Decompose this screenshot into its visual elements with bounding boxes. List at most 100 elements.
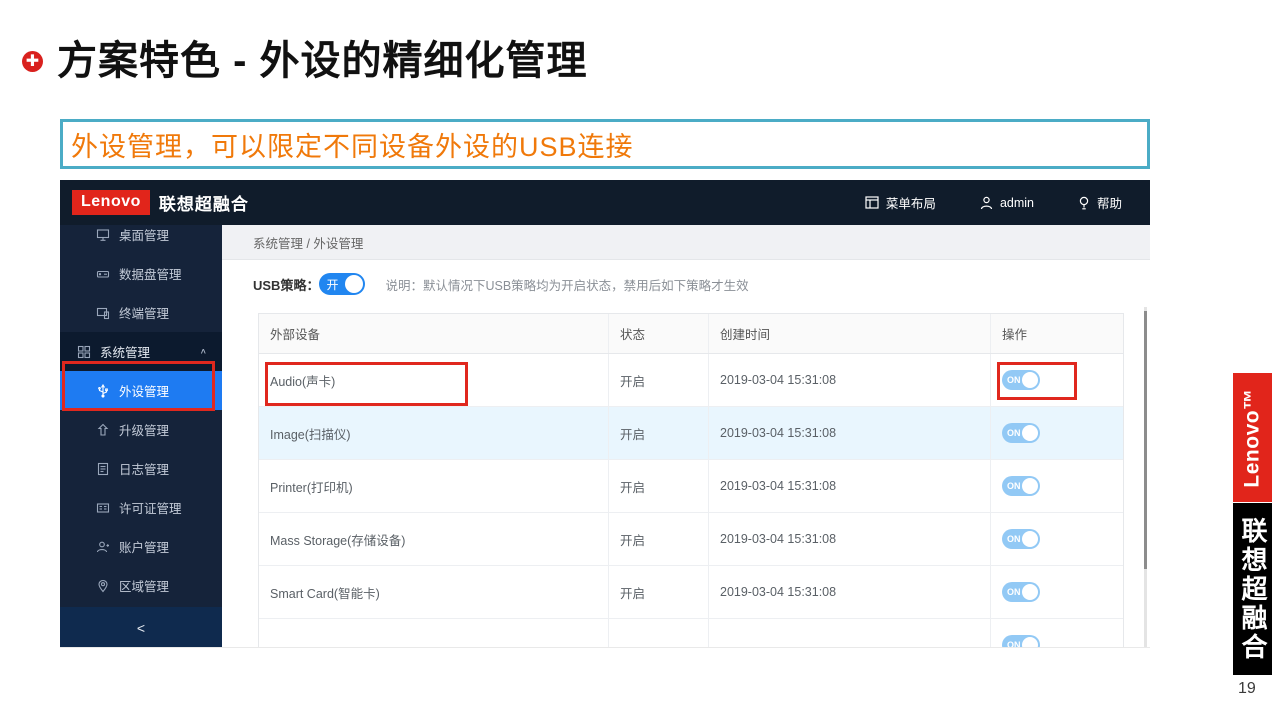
main-content: 系统管理 / 外设管理 USB策略： 开 说明：默认情况下USB策略均为开启状态… — [222, 225, 1150, 648]
sidebar-item-license[interactable]: 许可证管理 — [60, 488, 222, 527]
sidebar-item-account[interactable]: 账户管理 — [60, 527, 222, 566]
app-header-left: Lenovo 联想超融合 — [60, 190, 249, 215]
sidebar-item-terminal[interactable]: 终端管理 — [60, 293, 222, 332]
col-header-status: 状态 — [608, 314, 708, 353]
created-cell — [708, 619, 990, 648]
status-cell: 开启 — [608, 460, 708, 512]
sidebar-item-label: 终端管理 — [119, 303, 169, 322]
layout-icon — [865, 196, 879, 209]
sidebar-item-label: 账户管理 — [119, 537, 169, 556]
sidebar-list: 桌面管理 数据盘管理 终端管理 — [60, 225, 222, 605]
account-icon — [96, 540, 110, 554]
app-brand-title: 联想超融合 — [159, 190, 249, 215]
device-cell: Audio(声卡) — [259, 354, 608, 406]
sidebar-item-peripheral[interactable]: 外设管理 — [60, 371, 222, 410]
device-cell: Image(扫描仪) — [259, 407, 608, 459]
menu-layout-button[interactable]: 菜单布局 — [865, 193, 936, 212]
terminal-icon — [96, 306, 110, 320]
toggle-knob — [1022, 425, 1038, 441]
action-cell: ON — [990, 407, 1125, 459]
created-cell: 2019-03-04 15:31:08 — [708, 566, 990, 618]
user-icon — [980, 196, 993, 210]
status-cell — [608, 619, 708, 648]
user-menu[interactable]: admin — [980, 196, 1034, 210]
col-header-device: 外部设备 — [259, 314, 608, 353]
sidebar-item-log[interactable]: 日志管理 — [60, 449, 222, 488]
chevron-up-icon: ∧ — [200, 347, 207, 355]
action-cell: ON — [990, 619, 1125, 648]
sidebar-section-system[interactable]: 系统管理 ∧ — [60, 332, 222, 371]
usb-policy-label: USB策略： — [253, 275, 319, 294]
toggle-on-label: ON — [1007, 534, 1021, 544]
vertical-lenovo-badge: Lenovo™ — [1233, 373, 1272, 502]
upgrade-icon — [96, 423, 110, 437]
usb-policy-toggle[interactable]: 开 — [319, 273, 365, 295]
vertical-lenovo-text: Lenovo™ — [1241, 388, 1265, 487]
created-cell: 2019-03-04 15:31:08 — [708, 407, 990, 459]
scrollbar-thumb[interactable] — [1144, 311, 1147, 569]
sidebar-item-desktop[interactable]: 桌面管理 — [60, 225, 222, 254]
usb-policy-row: USB策略： 开 说明：默认情况下USB策略均为开启状态，禁用后如下策略才生效 — [253, 271, 1150, 297]
help-bulb-icon — [1078, 196, 1090, 210]
vertical-brand-badge: 联想超融合 — [1233, 503, 1272, 675]
sidebar-item-label: 区域管理 — [119, 576, 169, 595]
system-grid-icon — [77, 345, 91, 359]
region-pin-icon — [96, 579, 110, 593]
app-header-right: 菜单布局 admin 帮助 — [865, 193, 1150, 212]
sidebar-collapse-button[interactable]: < — [60, 607, 222, 648]
sidebar-item-region[interactable]: 区域管理 — [60, 566, 222, 605]
toggle-on-label: 开 — [326, 276, 338, 293]
table-row-smart-card: Smart Card(智能卡) 开启 2019-03-04 15:31:08 O… — [259, 566, 1123, 619]
row-toggle[interactable]: ON — [1002, 582, 1040, 602]
table-row-printer: Printer(打印机) 开启 2019-03-04 15:31:08 ON — [259, 460, 1123, 513]
data-disk-icon — [96, 267, 110, 281]
callout-text: 外设管理，可以限定不同设备外设的USB连接 — [63, 125, 634, 164]
scrollbar[interactable] — [1144, 307, 1147, 648]
sidebar-item-label: 数据盘管理 — [119, 264, 182, 283]
breadcrumb: 系统管理 / 外设管理 — [222, 225, 1150, 260]
toggle-knob — [1022, 372, 1038, 388]
lenovo-logo: Lenovo — [72, 190, 150, 215]
collapse-chevron-icon: < — [137, 620, 145, 636]
action-cell: ON — [990, 566, 1125, 618]
table-row-mass-storage: Mass Storage(存储设备) 开启 2019-03-04 15:31:0… — [259, 513, 1123, 566]
sidebar-item-data-disk[interactable]: 数据盘管理 — [60, 254, 222, 293]
toggle-knob — [1022, 584, 1038, 600]
log-icon — [96, 462, 110, 476]
row-toggle[interactable]: ON — [1002, 370, 1040, 390]
user-label: admin — [1000, 196, 1034, 210]
help-button[interactable]: 帮助 — [1078, 193, 1122, 212]
created-cell: 2019-03-04 15:31:08 — [708, 513, 990, 565]
row-toggle[interactable]: ON — [1002, 529, 1040, 549]
toggle-knob — [1022, 637, 1038, 648]
created-cell: 2019-03-04 15:31:08 — [708, 354, 990, 406]
sidebar-item-upgrade[interactable]: 升级管理 — [60, 410, 222, 449]
status-cell: 开启 — [608, 354, 708, 406]
sidebar-item-label: 系统管理 — [100, 342, 150, 361]
table-row-audio: Audio(声卡) 开启 2019-03-04 15:31:08 ON — [259, 354, 1123, 407]
created-cell: 2019-03-04 15:31:08 — [708, 460, 990, 512]
toggle-knob — [1022, 478, 1038, 494]
sidebar-item-label: 许可证管理 — [119, 498, 182, 517]
row-toggle[interactable]: ON — [1002, 635, 1040, 648]
menu-layout-label: 菜单布局 — [886, 193, 936, 212]
row-toggle[interactable]: ON — [1002, 423, 1040, 443]
sidebar-item-label: 日志管理 — [119, 459, 169, 478]
toggle-on-label: ON — [1007, 481, 1021, 491]
status-cell: 开启 — [608, 407, 708, 459]
toggle-on-label: ON — [1007, 375, 1021, 385]
toggle-on-label: ON — [1007, 587, 1021, 597]
callout-box: 外设管理，可以限定不同设备外设的USB连接 — [60, 119, 1150, 169]
toggle-on-label: ON — [1007, 640, 1021, 648]
device-cell — [259, 619, 608, 648]
sidebar-item-label: 外设管理 — [119, 381, 169, 400]
page-number: 19 — [1238, 680, 1256, 698]
sidebar-item-label: 桌面管理 — [119, 225, 169, 244]
row-toggle[interactable]: ON — [1002, 476, 1040, 496]
sidebar: 桌面管理 数据盘管理 终端管理 — [60, 225, 222, 648]
help-label: 帮助 — [1097, 193, 1122, 212]
action-cell: ON — [990, 513, 1125, 565]
action-cell: ON — [990, 460, 1125, 512]
desktop-icon — [96, 228, 110, 242]
col-header-action: 操作 — [990, 314, 1125, 353]
